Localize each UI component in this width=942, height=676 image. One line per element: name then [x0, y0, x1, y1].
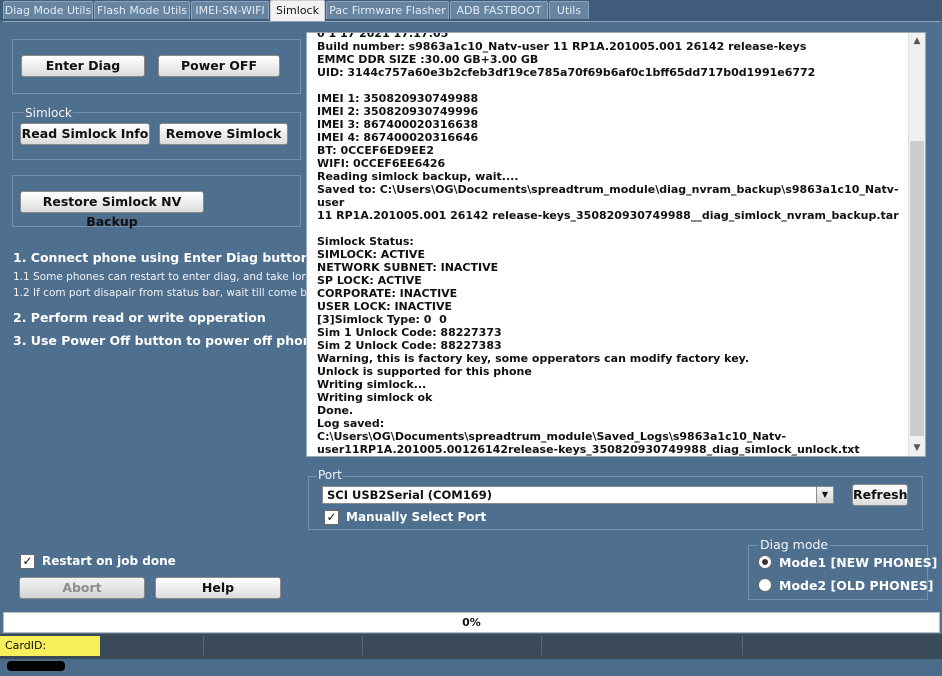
log-line: CORPORATE: INACTIVE — [317, 287, 458, 300]
instruction-step-1-1: 1.1 Some phones can restart to enter dia… — [13, 271, 315, 283]
app-window: Diag Mode Utils Flash Mode Utils IMEI-SN… — [0, 0, 942, 671]
restart-on-job-done-label: Restart on job done — [42, 554, 176, 568]
log-line: 11 RP1A.201005.001 26142 release-keys_35… — [317, 209, 899, 222]
log-line: Build number: s9863a1c10_Natv-user 11 RP… — [317, 40, 807, 53]
log-line: IMEI 1: 350820930749988 — [317, 92, 479, 105]
tab-pac-firmware-flasher[interactable]: Pac Firmware Flasher — [326, 1, 449, 19]
instruction-step-3: 3. Use Power Off button to power off pho… — [13, 333, 321, 348]
log-line: SIMLOCK: ACTIVE — [317, 248, 425, 261]
log-line: WIFI: 0CCEF6EE6426 — [317, 157, 446, 170]
tab-utils[interactable]: Utils — [549, 1, 589, 19]
remove-simlock-button[interactable]: Remove Simlock — [159, 123, 288, 145]
log-line: Done. — [317, 404, 354, 417]
status-segment — [363, 636, 542, 655]
chevron-down-icon[interactable]: ▼ — [816, 487, 833, 503]
enter-diag-button[interactable]: Enter Diag — [21, 55, 145, 77]
restore-simlock-nv-backup-button[interactable]: Restore Simlock NV Backup — [20, 191, 204, 229]
log-line: C:\Users\OG\Documents\spreadtrum_module\… — [317, 430, 787, 443]
mode1-radio[interactable] — [758, 555, 772, 569]
port-select[interactable]: SCI USB2Serial (COM169) ▼ — [322, 486, 834, 504]
simlock-group-title: Simlock — [24, 106, 73, 120]
refresh-button[interactable]: Refresh — [852, 484, 908, 506]
log-line: IMEI 4: 867400020316646 — [317, 131, 479, 144]
log-line: USER LOCK: INACTIVE — [317, 300, 452, 313]
mode2-label: Mode2 [OLD PHONES] — [779, 578, 934, 593]
status-segment — [204, 636, 363, 655]
tab-diag-mode-utils[interactable]: Diag Mode Utils — [3, 1, 93, 19]
status-segment — [542, 636, 743, 655]
log-output[interactable]: 0 1 17 2021 17:17:05 Build number: s9863a… — [306, 32, 926, 457]
log-line: 0 1 17 2021 17:17:05 — [317, 32, 449, 40]
log-line: IMEI 2: 350820930749996 — [317, 105, 479, 118]
instruction-step-1: 1. Connect phone using Enter Diag button — [13, 250, 310, 265]
log-line: user11RP1A.201005.00126142release-keys_3… — [317, 443, 860, 456]
log-line: Saved to: C:\Users\OG\Documents\spreadtr… — [317, 183, 899, 209]
diag-mode-title: Diag mode — [758, 537, 831, 552]
port-group-title: Port — [317, 468, 343, 482]
log-text: 0 1 17 2021 17:17:05 Build number: s9863a… — [317, 32, 907, 456]
port-select-value: SCI USB2Serial (COM169) — [327, 488, 492, 502]
log-line: UID: 3144c757a60e3b2cfeb3df19ce785a70f69… — [317, 66, 816, 79]
manual-port-label: Manually Select Port — [346, 510, 487, 524]
log-line: SP LOCK: ACTIVE — [317, 274, 422, 287]
manual-port-checkbox[interactable]: ✓ — [324, 510, 339, 525]
log-line: Warning, this is factory key, some opper… — [317, 352, 749, 365]
log-line: BT: 0CCEF6ED9EE2 — [317, 144, 434, 157]
log-line: Writing simlock... — [317, 378, 427, 391]
tab-imei-sn-wifi[interactable]: IMEI-SN-WIFI — [191, 1, 269, 19]
log-line: Simlock Status: — [317, 235, 414, 248]
log-scrollbar[interactable]: ▲ ▼ — [908, 33, 925, 456]
tab-bar: Diag Mode Utils Flash Mode Utils IMEI-SN… — [0, 0, 942, 21]
log-line: Reading simlock backup, wait.... — [317, 170, 519, 183]
progress-label: 0% — [462, 616, 481, 629]
tab-simlock[interactable]: Simlock — [270, 0, 325, 21]
instruction-step-2: 2. Perform read or write opperation — [13, 310, 266, 325]
log-line: Sim 2 Unlock Code: 88227383 — [317, 339, 502, 352]
log-line: IMEI 3: 867400020316638 — [317, 118, 479, 131]
progress-bar: 0% — [3, 612, 940, 633]
status-bar: CardID: — [0, 634, 942, 671]
tab-adb-fastboot[interactable]: ADB FASTBOOT — [450, 1, 548, 19]
log-line: NETWORK SUBNET: INACTIVE — [317, 261, 499, 274]
scroll-up-icon[interactable]: ▲ — [909, 33, 925, 49]
scroll-down-icon[interactable]: ▼ — [909, 440, 925, 456]
log-line: Unlock is supported for this phone — [317, 365, 532, 378]
tab-flash-mode-utils[interactable]: Flash Mode Utils — [94, 1, 190, 19]
mode2-radio[interactable] — [758, 578, 772, 592]
card-id-badge: CardID: — [0, 636, 100, 671]
log-line: EMMC DDR SIZE :30.00 GB+3.00 GB — [317, 53, 539, 66]
mode1-label: Mode1 [NEW PHONES] — [779, 555, 938, 570]
instruction-step-1-2: 1.2 If com port disapair from status bar… — [13, 287, 326, 299]
read-simlock-info-button[interactable]: Read Simlock Info — [20, 123, 150, 145]
log-line: Log saved: — [317, 417, 385, 430]
card-id-redacted — [7, 661, 65, 671]
restart-on-job-done-checkbox[interactable]: ✓ — [20, 554, 35, 569]
log-line: [3]Simlock Type: 0 0 — [317, 313, 447, 326]
card-id-label: CardID: — [5, 639, 47, 652]
abort-button[interactable]: Abort — [19, 577, 145, 599]
help-button[interactable]: Help — [155, 577, 281, 599]
log-line: Sim 1 Unlock Code: 88227373 — [317, 326, 502, 339]
log-line: Writing simlock ok — [317, 391, 433, 404]
power-off-button[interactable]: Power OFF — [158, 55, 280, 77]
scroll-thumb[interactable] — [910, 141, 924, 436]
